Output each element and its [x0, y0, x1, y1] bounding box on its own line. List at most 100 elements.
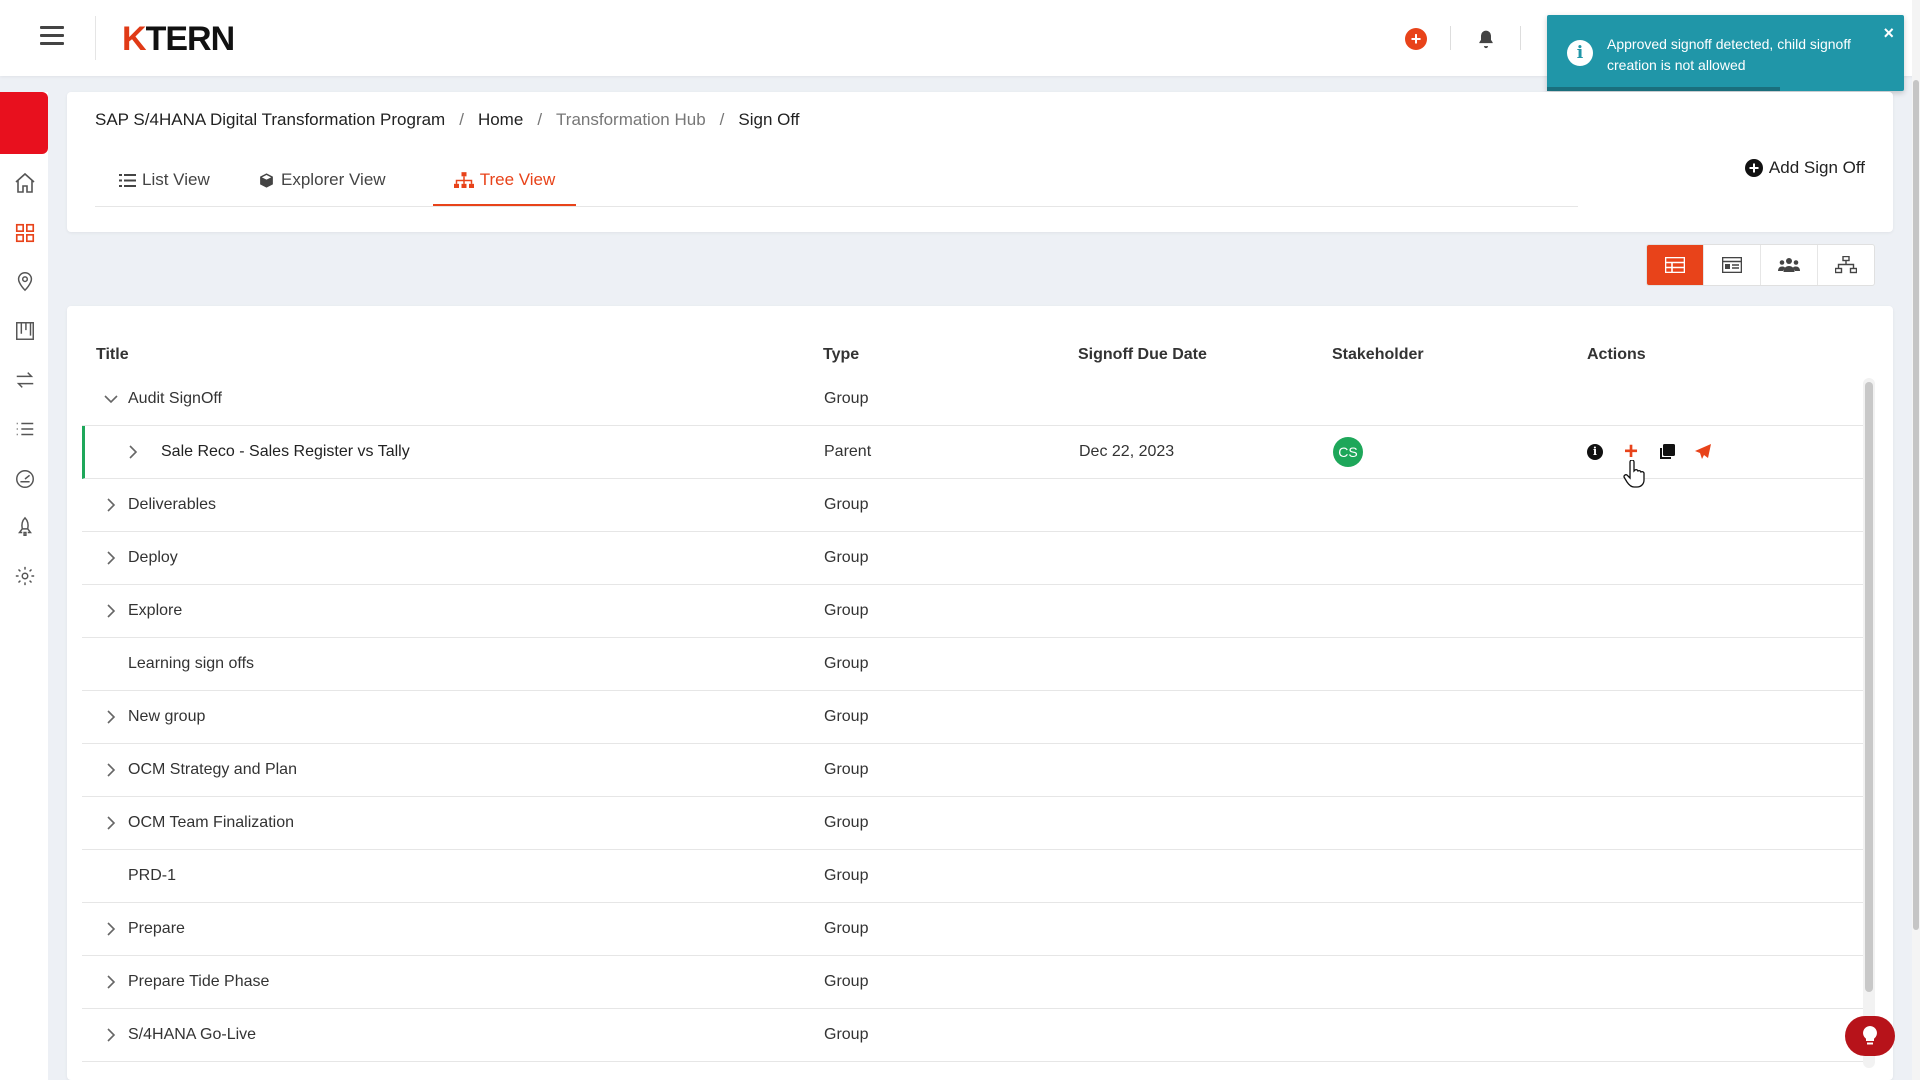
transfer-arrows-icon[interactable]: [12, 367, 38, 393]
table-row[interactable]: Audit SignOff Group: [82, 373, 1867, 426]
table-row[interactable]: S/4HANA Go-Live Group: [82, 1009, 1867, 1062]
breadcrumb-hub[interactable]: Transformation Hub: [556, 110, 706, 129]
table-row[interactable]: Deliverables Group: [82, 479, 1867, 532]
row-type: Parent: [824, 443, 872, 460]
table-row[interactable]: PRD-1 Group: [82, 850, 1867, 903]
card-view-button[interactable]: [1704, 245, 1761, 285]
table-body: Audit SignOff Group Sale Reco - Sales Re…: [82, 373, 1867, 1062]
breadcrumb-program[interactable]: SAP S/4HANA Digital Transformation Progr…: [95, 110, 445, 129]
chevron-right-icon[interactable]: [100, 759, 122, 781]
page-scrollbar[interactable]: [1912, 0, 1920, 1080]
row-title: Prepare Tide Phase: [128, 973, 270, 990]
bell-icon[interactable]: [1475, 28, 1497, 50]
row-type: Group: [824, 655, 869, 672]
row-title: Explore: [128, 602, 183, 619]
chevron-right-icon[interactable]: [100, 812, 122, 834]
table-row[interactable]: New group Group: [82, 691, 1867, 744]
row-title: OCM Team Finalization: [128, 814, 294, 831]
users-view-button[interactable]: [1761, 245, 1818, 285]
list-icon[interactable]: [12, 416, 38, 442]
chevron-right-icon[interactable]: [100, 706, 122, 728]
table-row[interactable]: OCM Strategy and Plan Group: [82, 744, 1867, 797]
card-view-icon: [1722, 257, 1742, 273]
lightbulb-icon: [1863, 1026, 1877, 1045]
board-icon[interactable]: [12, 318, 38, 344]
col-type[interactable]: Type: [823, 346, 859, 364]
row-type: Group: [824, 496, 869, 513]
col-due-date[interactable]: Signoff Due Date: [1078, 346, 1207, 364]
settings-gear-icon[interactable]: [12, 563, 38, 589]
table-row[interactable]: Deploy Group: [82, 532, 1867, 585]
menu-icon[interactable]: [40, 26, 64, 46]
chevron-right-icon[interactable]: [100, 971, 122, 993]
row-title: New group: [128, 708, 206, 725]
chevron-down-icon[interactable]: [100, 388, 122, 410]
toast-progress-bar: [1547, 87, 1780, 91]
tab-explorer-view[interactable]: Explorer View: [258, 156, 386, 204]
toast-message: Approved signoff detected, child signoff…: [1607, 36, 1851, 73]
row-type: Group: [824, 920, 869, 937]
table-row[interactable]: Learning sign offs Group: [82, 638, 1867, 691]
row-title: Deploy: [128, 549, 178, 566]
row-type: Group: [824, 708, 869, 725]
list-icon: [119, 173, 136, 187]
info-icon: i: [1567, 40, 1593, 66]
lightbulb-help-button[interactable]: [1845, 1016, 1895, 1056]
chevron-right-icon[interactable]: [100, 600, 122, 622]
row-type: Group: [824, 602, 869, 619]
copy-icon[interactable]: [1657, 442, 1677, 462]
add-sign-off-button[interactable]: Add Sign Off: [1744, 158, 1865, 178]
table-row[interactable]: Prepare Tide Phase Group: [82, 956, 1867, 1009]
table-scroll-thumb[interactable]: [1865, 382, 1873, 992]
chevron-right-icon[interactable]: [100, 547, 122, 569]
chevron-right-icon[interactable]: [122, 441, 144, 463]
col-stakeholder[interactable]: Stakeholder: [1332, 346, 1424, 364]
tab-list-view[interactable]: List View: [119, 156, 210, 204]
rocket-icon[interactable]: [12, 514, 38, 540]
app-logo[interactable]: KTERN: [122, 20, 235, 59]
chevron-right-icon[interactable]: [100, 494, 122, 516]
add-circle-icon[interactable]: +: [1405, 28, 1427, 50]
info-icon[interactable]: i: [1585, 442, 1605, 462]
table-row[interactable]: OCM Team Finalization Group: [82, 797, 1867, 850]
home-icon[interactable]: [12, 170, 38, 196]
top-divider: [95, 16, 96, 60]
row-type: Group: [824, 1026, 869, 1043]
chevron-right-icon[interactable]: [100, 918, 122, 940]
signoff-tree-table: Title Type Signoff Due Date Stakeholder …: [67, 306, 1893, 1080]
table-row-selected[interactable]: Sale Reco - Sales Register vs Tally Pare…: [82, 426, 1867, 479]
row-type: Group: [824, 867, 869, 884]
location-pin-icon[interactable]: [12, 268, 38, 294]
col-actions: Actions: [1587, 346, 1646, 363]
table-scrollbar[interactable]: [1863, 378, 1875, 1068]
add-child-icon[interactable]: +: [1621, 440, 1641, 464]
chevron-right-icon[interactable]: [100, 1024, 122, 1046]
dashboard-grid-icon[interactable]: [12, 220, 38, 246]
tab-tree-view[interactable]: Tree View: [433, 156, 576, 206]
breadcrumb: SAP S/4HANA Digital Transformation Progr…: [95, 110, 800, 129]
box-icon: [260, 172, 273, 188]
row-type: Group: [824, 814, 869, 831]
row-title: PRD-1: [128, 867, 177, 884]
table-row[interactable]: Explore Group: [82, 585, 1867, 638]
users-view-icon: [1778, 258, 1800, 272]
row-title: Deliverables: [128, 496, 217, 513]
row-title: S/4HANA Go-Live: [128, 1026, 257, 1043]
header-card: SAP S/4HANA Digital Transformation Progr…: [67, 92, 1893, 232]
row-type: Group: [824, 973, 869, 990]
hierarchy-view-button[interactable]: [1818, 245, 1874, 285]
table-row[interactable]: Prepare Group: [82, 903, 1867, 956]
breadcrumb-home[interactable]: Home: [478, 110, 523, 129]
sidebar: [0, 92, 48, 1080]
col-title[interactable]: Title: [96, 346, 129, 364]
close-icon[interactable]: ×: [1883, 23, 1894, 44]
stakeholder-avatar[interactable]: CS: [1333, 437, 1363, 467]
row-title: Sale Reco - Sales Register vs Tally: [161, 443, 410, 460]
row-actions: i +: [1585, 440, 1713, 464]
send-icon[interactable]: [1693, 442, 1713, 462]
page-scroll-thumb[interactable]: [1913, 80, 1919, 930]
table-view-button[interactable]: [1647, 245, 1704, 285]
row-type: Group: [824, 761, 869, 778]
gauge-icon[interactable]: [12, 466, 38, 492]
breadcrumb-current: Sign Off: [738, 110, 800, 129]
